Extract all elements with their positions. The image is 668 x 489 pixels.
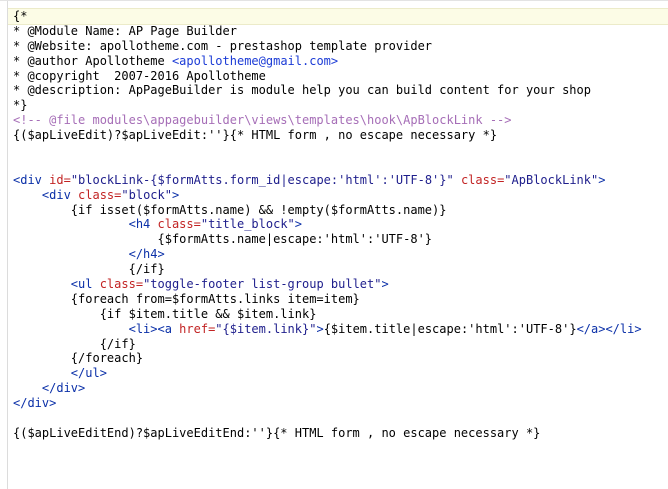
code-line[interactable]: *} <box>13 98 642 113</box>
code-token: <!-- @file modules\appagebuilder\views\t… <box>13 113 512 128</box>
code-token: "title_block" <box>200 217 295 232</box>
code-token: {/if} <box>13 262 165 277</box>
code-token: class= <box>78 187 122 202</box>
code-line[interactable]: </h4> <box>13 247 642 262</box>
code-token: </a></li> <box>576 321 642 336</box>
code-line[interactable]: {/if} <box>13 262 642 277</box>
code-token: class= <box>453 172 505 187</box>
editor-gutter <box>0 1 8 489</box>
code-token: *} <box>13 98 28 113</box>
code-token: {if isset($formAtts.name) && !empty($for… <box>13 202 447 217</box>
code-line[interactable]: <div id="blockLink-{$formAtts.form_id|es… <box>13 173 642 188</box>
code-line[interactable]: * @Module Name: AP Page Builder <box>13 24 642 39</box>
code-line[interactable]: <div class="block"> <box>13 188 642 203</box>
code-token: href= <box>179 321 216 336</box>
code-token: * @description: ApPageBuilder is module … <box>13 83 591 98</box>
code-token: <li><a <box>13 321 180 336</box>
code-line[interactable]: {($apLiveEditEnd)?$apLiveEditEnd:''}{* H… <box>13 426 642 441</box>
code-line[interactable]: </div> <box>13 396 642 411</box>
code-line[interactable]: {($apLiveEdit)?$apLiveEdit:''}{* HTML fo… <box>13 128 642 143</box>
code-line[interactable]: * @Website: apollotheme.com - prestashop… <box>13 39 642 54</box>
code-editor[interactable]: {* * @Module Name: AP Page Builder * @Webs… <box>0 0 668 489</box>
code-token: {if $item.title && $item.link} <box>13 306 317 321</box>
code-token: * @copyright 2007-2016 Apollotheme <box>13 68 266 83</box>
code-line[interactable]: {if isset($formAtts.name) && !empty($for… <box>13 203 642 218</box>
code-token: <ul <box>13 277 100 292</box>
code-line[interactable]: <!-- @file modules\appagebuilder\views\t… <box>13 113 642 128</box>
code-line[interactable]: * @copyright 2007-2016 Apollotheme <box>13 69 642 84</box>
code-token: > <box>171 187 180 202</box>
code-line[interactable]: * @author Apollotheme <apollotheme@gmail… <box>13 54 642 69</box>
code-token: <div <box>13 172 50 187</box>
code-token: {($apLiveEdit)?$apLiveEdit:''}{* HTML fo… <box>13 128 498 143</box>
code-token: * @Website: apollotheme.com - prestashop… <box>13 38 433 53</box>
code-token: </h4> <box>13 247 165 262</box>
code-token: "ApBlockLink" <box>504 172 599 187</box>
code-token: <h4 <box>13 217 158 232</box>
code-token: * @Module Name: AP Page Builder <box>13 23 237 38</box>
code-token: * @author Apollotheme <box>13 53 172 68</box>
code-line[interactable]: {foreach from=$formAtts.links item=item} <box>13 292 642 307</box>
code-line[interactable]: {/foreach} <box>13 351 642 366</box>
code-line[interactable]: </div> <box>13 381 642 396</box>
code-line[interactable]: {/if} <box>13 337 642 352</box>
code-token: {/if} <box>13 336 136 351</box>
code-token: </ul> <box>13 366 107 381</box>
code-token: </div> <box>13 396 57 411</box>
code-token: id= <box>49 172 71 187</box>
code-token: {* <box>13 9 28 23</box>
code-token: <div <box>13 187 79 202</box>
code-line[interactable] <box>13 143 642 158</box>
code-line[interactable] <box>13 411 642 426</box>
code-line[interactable]: {$formAtts.name|escape:'html':'UTF-8'} <box>13 232 642 247</box>
code-line[interactable]: <h4 class="title_block"> <box>13 217 642 232</box>
code-token: "toggle-footer list-group bullet" <box>143 277 382 292</box>
code-token: {($apLiveEditEnd)?$apLiveEditEnd:''}{* H… <box>13 425 541 440</box>
code-token: class= <box>157 217 201 232</box>
code-token: > <box>598 172 606 187</box>
code-token: </div> <box>13 381 86 396</box>
code-line[interactable]: <li><a href="{$item.link}">{$item.title|… <box>13 322 642 337</box>
code-token: > <box>316 321 324 336</box>
code-line[interactable]: {if $item.title && $item.link} <box>13 307 642 322</box>
code-token: > <box>294 217 303 232</box>
code-token: {$item.title|escape:'html':'UTF-8'} <box>323 321 577 336</box>
code-line[interactable]: <ul class="toggle-footer list-group bull… <box>13 277 642 292</box>
code-token: "blockLink-{$formAtts.form_id|escape:'ht… <box>70 172 454 187</box>
code-token: > <box>381 277 389 292</box>
code-token: <apollotheme@gmail.com> <box>171 53 339 68</box>
code-token: class= <box>99 277 144 292</box>
code-line[interactable] <box>13 158 642 173</box>
code-token: "{$item.link}" <box>215 321 317 336</box>
code-line[interactable]: {* <box>13 9 642 24</box>
code-token: "block" <box>121 187 172 202</box>
code-token: {foreach from=$formAtts.links item=item} <box>13 291 360 306</box>
code-token: {$formAtts.name|escape:'html':'UTF-8'} <box>13 232 433 247</box>
code-content[interactable]: {* * @Module Name: AP Page Builder * @Webs… <box>13 9 642 441</box>
code-line[interactable]: </ul> <box>13 366 642 381</box>
code-line[interactable]: * @description: ApPageBuilder is module … <box>13 83 642 98</box>
code-token: {/foreach} <box>13 351 144 366</box>
